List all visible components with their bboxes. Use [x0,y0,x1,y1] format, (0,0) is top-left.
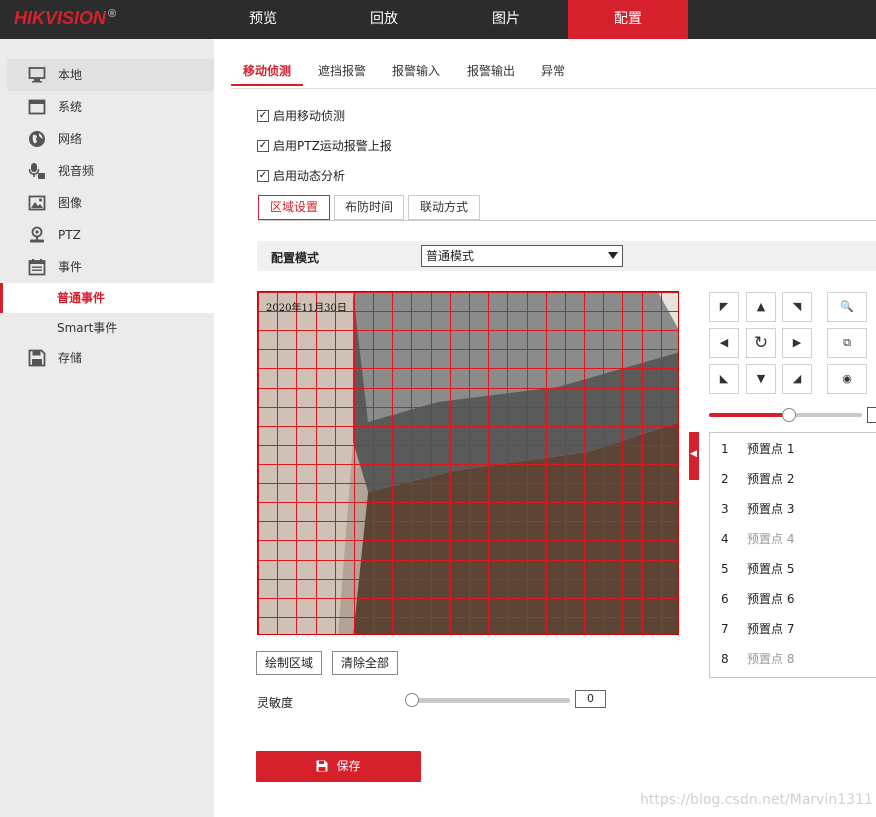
zoom-icon: 🔍 [840,300,854,313]
sensitivity-slider[interactable] [405,693,570,707]
list-item[interactable]: 6 预置点 6 [710,584,876,614]
subtab-divider [258,220,876,221]
sidebar-item-video-audio[interactable]: 视音频 [0,155,214,187]
nav-configuration[interactable]: 配置 [568,0,688,39]
focus-near-button[interactable]: ⧉ [827,328,867,358]
iris-icon: ◉ [842,372,852,385]
focus-icon: ⧉ [843,336,851,349]
sidebar: 本地 系统 网络 视音频 图像 PTZ 事件 普通事件 Smart事件 存储 [0,39,214,817]
list-item[interactable]: 8 预置点 8 [710,644,876,674]
floppy-icon [28,349,46,367]
motion-detection-video[interactable]: 2020年11月30日 [257,291,679,635]
collapse-ptz-button[interactable]: ◀ [689,432,699,480]
list-item[interactable]: 2 预置点 2 [710,464,876,494]
config-mode-select[interactable]: 普通模式 [421,245,623,267]
tab-exception[interactable]: 异常 [533,56,573,86]
sidebar-item-system[interactable]: 系统 [0,91,214,123]
subtab-arming-schedule[interactable]: 布防时间 [334,195,404,220]
sidebar-item-network[interactable]: 网络 [0,123,214,155]
save-button[interactable]: 保存 [256,751,421,782]
sidebar-item-label: 事件 [58,260,83,274]
checkbox-box[interactable]: ✓ [257,110,269,122]
sidebar-subitem-basic-event[interactable]: 普通事件 [0,283,214,313]
config-mode-label: 配置模式 [271,251,320,265]
sidebar-item-event[interactable]: 事件 [0,251,214,283]
chevron-down-icon [608,252,618,259]
list-item[interactable]: 1 预置点 1 [710,434,876,464]
ptz-right-button[interactable]: ▶ [782,328,812,358]
checkbox-box[interactable]: ✓ [257,140,269,152]
detection-grid[interactable] [258,292,679,635]
sidebar-item-label: 系统 [58,100,83,114]
save-icon [316,760,328,772]
ptz-up-left-button[interactable]: ◤ [709,292,739,322]
watermark-text: https://blog.csdn.net/Marvin1311 [640,792,873,808]
list-item[interactable]: 7 预置点 7 [710,614,876,644]
sidebar-subitem-smart-event[interactable]: Smart事件 [0,313,214,343]
subtab-linkage-method[interactable]: 联动方式 [408,195,480,220]
sidebar-item-label: PTZ [58,228,81,242]
checkbox-box[interactable]: ✓ [257,170,269,182]
sidebar-item-label: 网络 [58,132,83,146]
list-item[interactable]: 4 预置点 4 [710,524,876,554]
list-item[interactable]: 3 预置点 3 [710,494,876,524]
sidebar-item-local[interactable]: 本地 [7,59,214,91]
tab-video-tampering[interactable]: 遮挡报警 [309,56,375,86]
ptz-option-checkbox[interactable] [867,407,876,423]
sidebar-item-ptz[interactable]: PTZ [0,219,214,251]
clear-all-button[interactable]: 清除全部 [332,651,398,675]
calendar-icon [28,259,46,276]
tab-motion-detection[interactable]: 移动侦测 [231,56,303,86]
ptz-down-right-button[interactable]: ◢ [782,364,812,394]
sidebar-subitem-label: 普通事件 [57,291,106,305]
mic-camera-icon [28,163,45,179]
sidebar-subitem-label: Smart事件 [57,321,118,335]
top-bar: HIKVISION ® 预览 回放 图片 配置 [0,0,876,39]
ptz-speed-slider[interactable] [709,408,862,422]
sensitivity-handle[interactable] [405,693,419,707]
sidebar-item-storage[interactable]: 存储 [0,342,214,374]
ptz-down-button[interactable]: ▼ [746,364,776,394]
preset-list: 1 预置点 1 2 预置点 2 3 预置点 3 4 预置点 4 5 预置点 5 6 预置点 … [709,432,876,678]
zoom-in-button[interactable]: 🔍 [827,292,867,322]
list-item[interactable]: 5 预置点 5 [710,554,876,584]
ptz-icon [30,226,44,243]
ptz-auto-rotate-button[interactable]: ↻ [746,328,776,358]
system-window-icon [28,99,46,115]
osd-timestamp: 2020年11月30日 [266,303,347,314]
subtab-area-settings[interactable]: 区域设置 [258,195,330,220]
iris-open-button[interactable]: ◉ [827,364,867,394]
nav-picture[interactable]: 图片 [446,0,566,39]
ptz-speed-fill [709,413,789,417]
sidebar-item-label: 本地 [58,68,83,82]
monitor-icon [28,67,46,83]
chevron-left-icon: ◀ [690,449,697,459]
sensitivity-label: 灵敏度 [257,696,294,710]
tab-divider [231,88,876,89]
ptz-speed-handle[interactable] [781,408,796,422]
tab-alarm-output[interactable]: 报警输出 [458,56,524,86]
sidebar-item-label: 视音频 [58,164,95,178]
sidebar-item-label: 存储 [58,351,83,365]
ptz-up-button[interactable]: ▲ [746,292,776,322]
config-mode-bar: 配置模式 普通模式 [257,241,876,271]
ptz-left-button[interactable]: ◀ [709,328,739,358]
image-icon [28,195,46,211]
nav-preview[interactable]: 预览 [203,0,323,39]
ptz-up-right-button[interactable]: ◥ [782,292,812,322]
tab-alarm-input[interactable]: 报警输入 [383,56,449,86]
hikvision-logo: HIKVISION ® [14,8,117,28]
ptz-down-left-button[interactable]: ◣ [709,364,739,394]
globe-icon [29,131,45,147]
draw-area-button[interactable]: 绘制区域 [256,651,322,675]
sidebar-item-image[interactable]: 图像 [0,187,214,219]
nav-playback[interactable]: 回放 [324,0,444,39]
sensitivity-value-input[interactable]: 0 [575,690,606,708]
sidebar-item-label: 图像 [58,196,83,210]
